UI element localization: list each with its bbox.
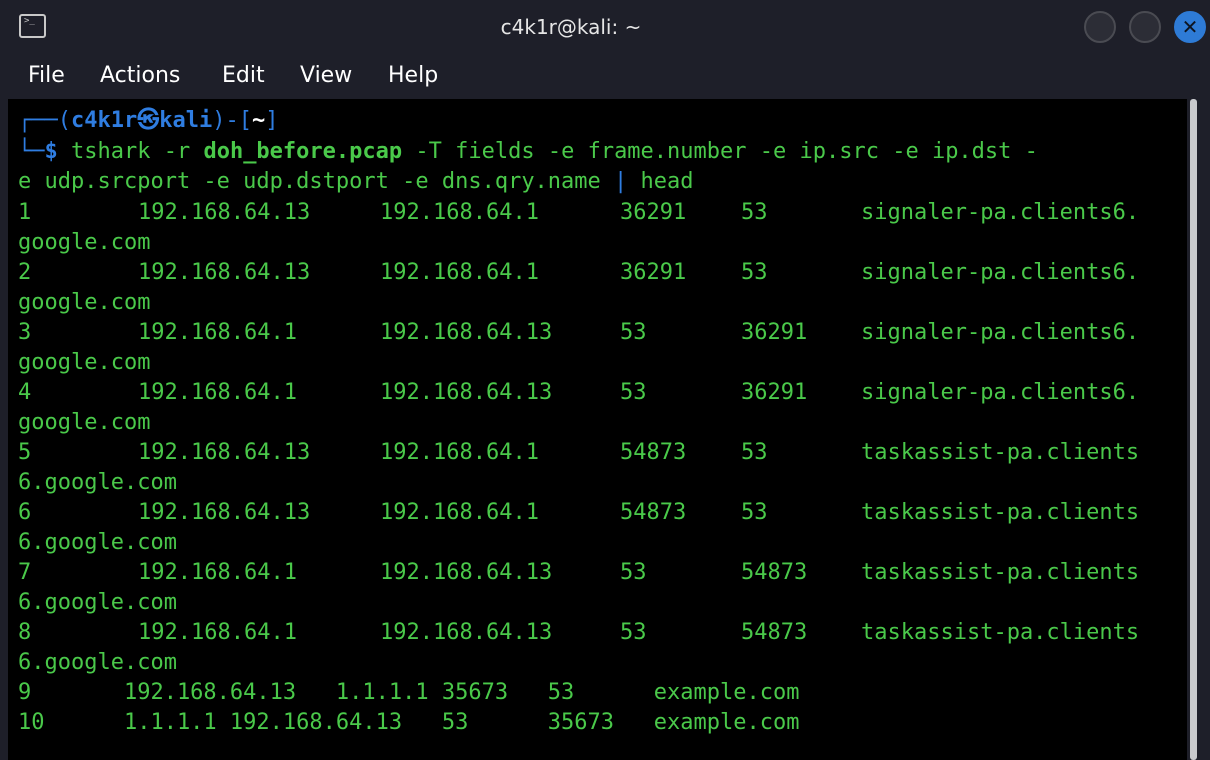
output-row-wrap: google.com xyxy=(18,350,151,375)
cell-src: 192.168.64.1 xyxy=(138,380,297,405)
cell-frame: 4 xyxy=(18,380,32,405)
output-row: 1 192.168.64.13 192.168.64.1 36291 53 signale… xyxy=(18,198,1187,228)
cell-sport: 53 xyxy=(620,620,647,645)
menu-file[interactable]: File xyxy=(28,61,65,91)
cell-sport: 53 xyxy=(620,320,647,345)
cell-name-a: signaler-pa.clients6. xyxy=(861,380,1140,405)
title-bar: >_ c4k1r@kali: ~ ✕ xyxy=(0,0,1210,54)
output-row: 4 192.168.64.1 192.168.64.13 53 36291 signale… xyxy=(18,378,1187,408)
cell-name-a: taskassist-pa.clients xyxy=(861,620,1140,645)
cell-frame: 5 xyxy=(18,440,32,465)
cell-dst: 192.168.64.13 xyxy=(380,320,553,345)
terminal-output[interactable]: ┌──(c4k1r㉿kali)-[~] └─$ tshark -r doh_be… xyxy=(8,99,1187,760)
cell-src: 192.168.64.1 xyxy=(138,620,297,645)
cell-src: 192.168.64.1 xyxy=(138,320,297,345)
output-row-wrap: 6.google.com xyxy=(18,590,177,615)
prompt-line-1: ┌──(c4k1r㉿kali)-[~] xyxy=(18,106,278,136)
cell-sport: 36291 xyxy=(620,200,687,225)
cell-sport: 36291 xyxy=(620,260,687,285)
close-button[interactable]: ✕ xyxy=(1174,11,1206,43)
cell-dst: 192.168.64.1 xyxy=(380,500,539,525)
output-row: 6 192.168.64.13 192.168.64.1 54873 53 taskass… xyxy=(18,498,1187,528)
cell-dst: 192.168.64.1 xyxy=(380,200,539,225)
output-row: 3 192.168.64.1 192.168.64.13 53 36291 signale… xyxy=(18,318,1187,348)
scrollbar[interactable] xyxy=(1187,99,1210,760)
cell-frame: 2 xyxy=(18,260,32,285)
command-file: doh_before.pcap xyxy=(203,139,403,164)
menu-actions[interactable]: Actions xyxy=(100,61,180,91)
cell-src: 192.168.64.13 xyxy=(138,440,311,465)
prompt-frame-open: ┌──( xyxy=(18,108,71,133)
menu-help[interactable]: Help xyxy=(388,61,438,91)
menu-edit[interactable]: Edit xyxy=(222,61,265,91)
cell-src: 192.168.64.1 xyxy=(138,560,297,585)
close-icon: ✕ xyxy=(1181,15,1199,39)
output-row-wrap: 6.google.com xyxy=(18,530,177,555)
command-pipe: | xyxy=(614,169,628,194)
cell-dport: 53 xyxy=(741,200,768,225)
cell-sport: 54873 xyxy=(620,440,687,465)
output-row-wrap: 6.google.com xyxy=(18,650,177,675)
prompt-user-host: c4k1r㉿kali xyxy=(70,108,213,133)
window-title: c4k1r@kali: ~ xyxy=(500,15,642,39)
cell-dport: 53 xyxy=(741,260,768,285)
prompt-frame-mid: )-[ xyxy=(212,108,252,133)
minimize-button[interactable] xyxy=(1084,11,1116,43)
cell-src: 192.168.64.13 xyxy=(138,260,311,285)
command-part-3: e udp.srcport -e udp.dstport -e dns.qry.… xyxy=(18,169,615,194)
maximize-button[interactable] xyxy=(1129,11,1161,43)
output-row-wrap: 6.google.com xyxy=(18,470,177,495)
command-line-2: e udp.srcport -e udp.dstport -e dns.qry.… xyxy=(18,167,694,197)
terminal-window: >_ c4k1r@kali: ~ ✕ File Actions Edit Vie… xyxy=(0,0,1210,760)
command-part-2: -T fields -e frame.number -e ip.src -e i… xyxy=(402,139,1038,164)
cell-dst: 192.168.64.13 xyxy=(380,620,553,645)
command-line-1: └─$ tshark -r doh_before.pcap -T fields … xyxy=(18,137,1038,167)
prompt-frame-bottom: └─ xyxy=(18,139,45,164)
cell-name-a: signaler-pa.clients6. xyxy=(861,320,1140,345)
output-row: 8 192.168.64.1 192.168.64.13 53 54873 taskass… xyxy=(18,618,1187,648)
cell-dport: 54873 xyxy=(741,620,808,645)
cell-dport: 36291 xyxy=(741,380,808,405)
output-row: 7 192.168.64.1 192.168.64.13 53 54873 taskass… xyxy=(18,558,1187,588)
menu-view[interactable]: View xyxy=(300,61,352,91)
output-row: 2 192.168.64.13 192.168.64.1 36291 53 signale… xyxy=(18,258,1187,288)
cell-frame: 8 xyxy=(18,620,32,645)
prompt-dollar: $ xyxy=(44,139,58,164)
cell-sport: 53 xyxy=(620,380,647,405)
output-row: 5 192.168.64.13 192.168.64.1 54873 53 taskass… xyxy=(18,438,1187,468)
cell-sport: 53 xyxy=(620,560,647,585)
cell-src: 192.168.64.13 xyxy=(138,200,311,225)
cell-name-a: taskassist-pa.clients xyxy=(861,500,1140,525)
command-part-4: head xyxy=(627,169,694,194)
cell-dport: 54873 xyxy=(741,560,808,585)
cell-name-a: taskassist-pa.clients xyxy=(861,560,1140,585)
cell-frame: 7 xyxy=(18,560,32,585)
cell-src: 192.168.64.13 xyxy=(138,500,311,525)
scrollbar-thumb[interactable] xyxy=(1190,99,1197,760)
output-row-wrap: google.com xyxy=(18,290,151,315)
command-part-1: tshark -r xyxy=(57,139,204,164)
cell-name-a: signaler-pa.clients6. xyxy=(861,200,1140,225)
output-row-wrap: google.com xyxy=(18,230,151,255)
cell-frame: 6 xyxy=(18,500,32,525)
cell-dport: 53 xyxy=(741,500,768,525)
cell-frame: 1 xyxy=(18,200,32,225)
menu-bar: File Actions Edit View Help xyxy=(0,54,1210,98)
cell-name-a: taskassist-pa.clients xyxy=(861,440,1140,465)
output-row-wrap: google.com xyxy=(18,410,151,435)
cell-sport: 54873 xyxy=(620,500,687,525)
prompt-frame-close: ] xyxy=(265,108,279,133)
output-row-10: 10 1.1.1.1 192.168.64.13 53 35673 exampl… xyxy=(18,710,800,735)
cell-dst: 192.168.64.13 xyxy=(380,560,553,585)
cell-dst: 192.168.64.1 xyxy=(380,260,539,285)
cell-dst: 192.168.64.13 xyxy=(380,380,553,405)
cell-dport: 53 xyxy=(741,440,768,465)
output-row-9: 9 192.168.64.13 1.1.1.1 35673 53 example… xyxy=(18,680,800,705)
cell-dport: 36291 xyxy=(741,320,808,345)
cell-dst: 192.168.64.1 xyxy=(380,440,539,465)
cell-frame: 3 xyxy=(18,320,32,345)
prompt-dir: ~ xyxy=(251,108,266,133)
cell-name-a: signaler-pa.clients6. xyxy=(861,260,1140,285)
